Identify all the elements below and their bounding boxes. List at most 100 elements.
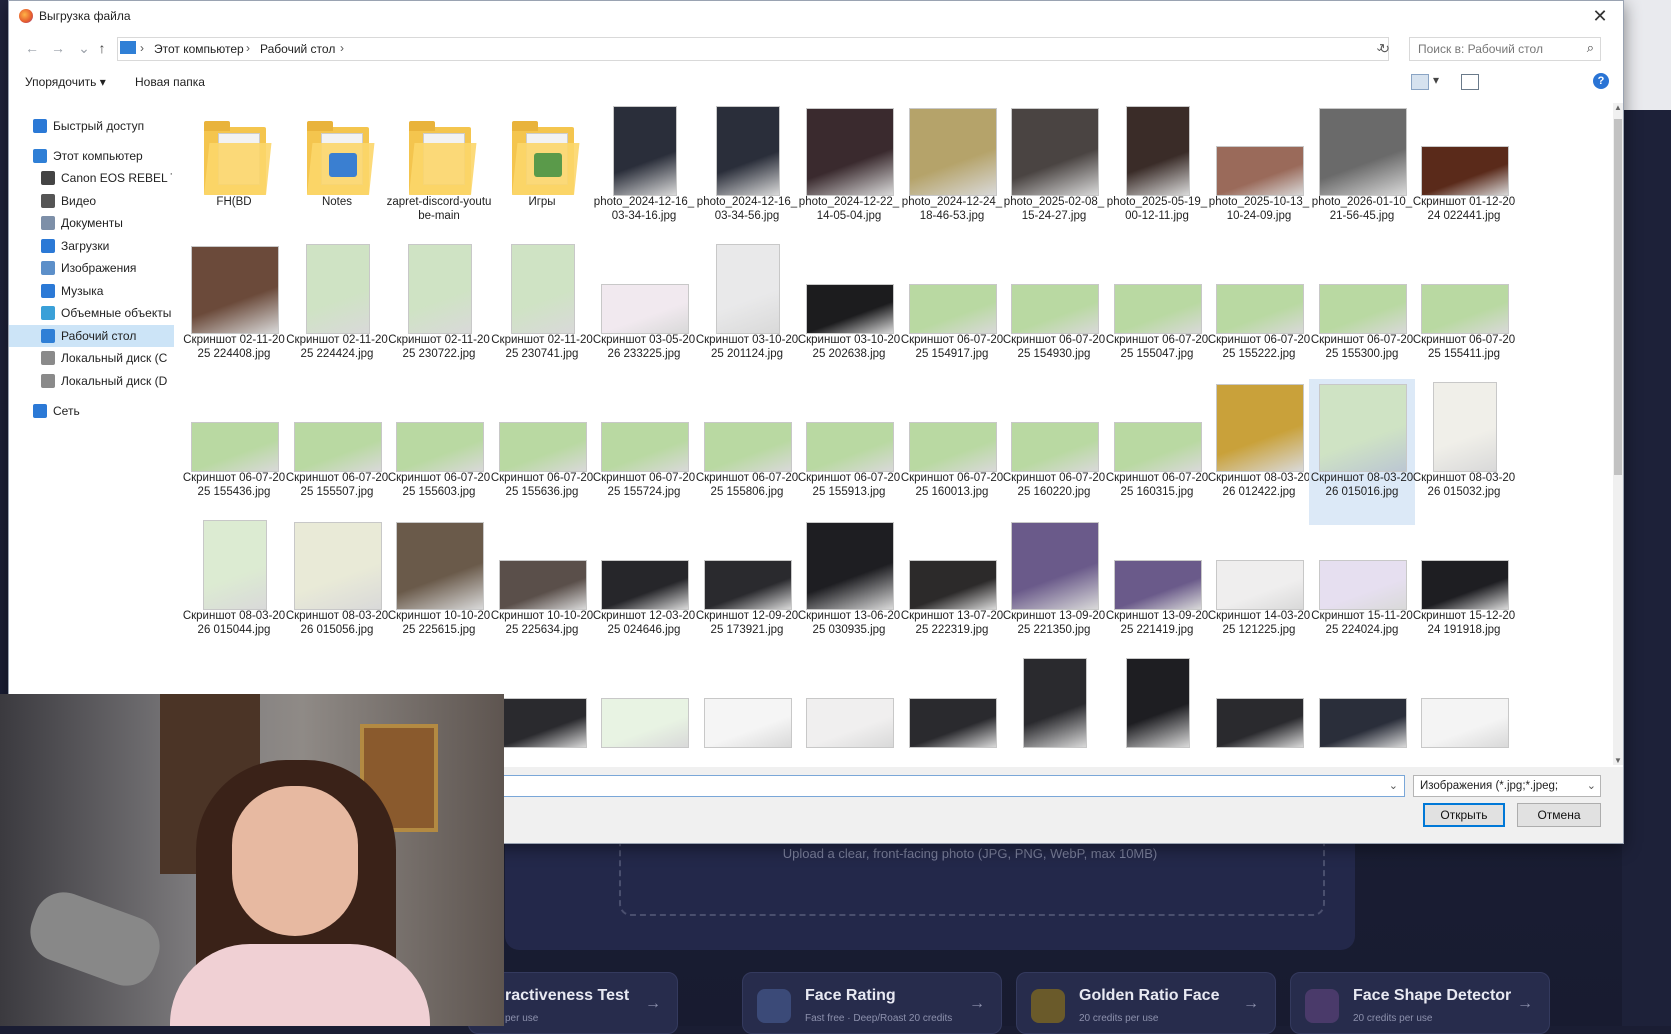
tool-card[interactable]: Golden Ratio Face 20 credits per use →	[1016, 972, 1276, 1034]
file-item[interactable]: Скриншот 06-07-2025 160220.jpg	[1001, 379, 1107, 525]
file-item[interactable]: Скриншот 13-07-2025 222319.jpg	[899, 517, 1005, 663]
close-button[interactable]: ✕	[1585, 3, 1615, 29]
file-item[interactable]: Скриншот 06-07-2025 155913.jpg	[796, 379, 902, 525]
scroll-down-icon[interactable]: ▼	[1614, 756, 1622, 765]
file-item[interactable]: Скриншот 08-03-2026 015044.jpg	[181, 517, 287, 663]
nav-item[interactable]: Локальный диск (C	[9, 347, 174, 369]
nav-item[interactable]: Рабочий стол	[9, 325, 174, 347]
file-item[interactable]: photo_2024-12-16_03-34-16.jpg	[591, 103, 697, 249]
file-item[interactable]: Скриншот 10-10-2025 225615.jpg	[386, 517, 492, 663]
file-item[interactable]: Скриншот 08-03-2026 012422.jpg	[1206, 379, 1312, 525]
recent-locations-icon[interactable]: ⌄	[75, 39, 93, 57]
nav-item[interactable]: Локальный диск (D	[9, 370, 174, 392]
folder-item[interactable]: zapret-discord-youtube-main	[386, 103, 492, 249]
file-item[interactable]: Скриншот 06-07-2025 155411.jpg	[1411, 241, 1517, 387]
file-item[interactable]: Скриншот 06-07-2025 155806.jpg	[694, 379, 800, 525]
file-item[interactable]: Скриншот 06-07-2025 155222.jpg	[1206, 241, 1312, 387]
breadcrumb-this-pc[interactable]: Этот компьютер	[154, 42, 244, 56]
file-item[interactable]: Скриншот 06-07-2025 155724.jpg	[591, 379, 697, 525]
file-item[interactable]: Скриншот 13-06-2025 030935.jpg	[796, 517, 902, 663]
file-item[interactable]: Скриншот 02-11-2025 230722.jpg	[386, 241, 492, 387]
folder-item[interactable]: Игры	[489, 103, 595, 249]
file-item[interactable]: Скриншот 13-09-2025 221419.jpg	[1104, 517, 1210, 663]
cancel-button[interactable]: Отмена	[1517, 803, 1601, 827]
file-item[interactable]: photo_2025-05-19_00-12-11.jpg	[1104, 103, 1210, 249]
nav-item[interactable]: Документы	[9, 212, 174, 234]
file-type-select[interactable]: Изображения (*.jpg;*.jpeg; ⌄	[1413, 775, 1601, 797]
file-item[interactable]: Скриншот 12-09-2025 173921.jpg	[694, 517, 800, 663]
preview-pane-icon[interactable]	[1461, 74, 1479, 90]
file-item[interactable]: Скриншот 06-07-2025 155436.jpg	[181, 379, 287, 525]
file-item[interactable]: Скриншот 08-03-2026 015032.jpg	[1411, 379, 1517, 525]
chevron-down-icon[interactable]: ⌄	[1389, 779, 1398, 792]
file-item[interactable]: Скриншот 06-07-2025 160013.jpg	[899, 379, 1005, 525]
nav-item[interactable]: Видео	[9, 190, 174, 212]
file-item[interactable]	[694, 655, 800, 765]
nav-item[interactable]: Объемные объекты	[9, 302, 174, 324]
forward-icon[interactable]: →	[49, 39, 67, 57]
open-button[interactable]: Открыть	[1423, 803, 1505, 827]
file-item[interactable]: Скриншот 06-07-2025 155507.jpg	[284, 379, 390, 525]
tool-card[interactable]: Face Shape Detector 20 credits per use →	[1290, 972, 1550, 1034]
folder-item[interactable]: FH(BD	[181, 103, 287, 249]
file-item[interactable]: Скриншот 03-10-2025 201124.jpg	[694, 241, 800, 387]
folder-item[interactable]: Notes	[284, 103, 390, 249]
scroll-up-icon[interactable]: ▲	[1614, 103, 1622, 112]
file-item[interactable]: Скриншот 06-07-2025 155603.jpg	[386, 379, 492, 525]
nav-item[interactable]: Сеть	[9, 400, 174, 422]
help-icon[interactable]: ?	[1593, 73, 1609, 89]
file-item[interactable]: Скриншот 10-10-2025 225634.jpg	[489, 517, 595, 663]
file-item[interactable]: Скриншот 06-07-2025 155300.jpg	[1309, 241, 1415, 387]
file-item[interactable]: photo_2024-12-24_18-46-53.jpg	[899, 103, 1005, 249]
tool-card[interactable]: Face Rating Fast free · Deep/Roast 20 cre…	[742, 972, 1002, 1034]
file-item[interactable]: photo_2024-12-16_03-34-56.jpg	[694, 103, 800, 249]
file-item[interactable]: photo_2024-12-22_14-05-04.jpg	[796, 103, 902, 249]
view-dropdown-icon[interactable]: ▾	[1433, 73, 1439, 87]
file-item[interactable]: Скриншот 03-10-2025 202638.jpg	[796, 241, 902, 387]
file-item[interactable]	[1411, 655, 1517, 765]
file-item[interactable]	[1001, 655, 1107, 765]
vertical-scrollbar[interactable]: ▲ ▼	[1613, 103, 1623, 765]
breadcrumb-desktop[interactable]: Рабочий стол	[260, 42, 335, 56]
file-item[interactable]: Скриншот 06-07-2025 155636.jpg	[489, 379, 595, 525]
file-item[interactable]: photo_2025-10-13_10-24-09.jpg	[1206, 103, 1312, 249]
file-item[interactable]: Скриншот 06-07-2025 155047.jpg	[1104, 241, 1210, 387]
back-icon[interactable]: ←	[23, 39, 41, 57]
file-item[interactable]	[591, 655, 697, 765]
file-item[interactable]: Скриншот 01-12-2024 022441.jpg	[1411, 103, 1517, 249]
refresh-icon[interactable]: ↻	[1379, 41, 1390, 57]
file-item[interactable]: Скриншот 06-07-2025 154930.jpg	[1001, 241, 1107, 387]
scrollbar-thumb[interactable]	[1614, 119, 1622, 475]
nav-item[interactable]: Быстрый доступ	[9, 115, 174, 137]
file-item[interactable]: photo_2026-01-10_21-56-45.jpg	[1309, 103, 1415, 249]
new-folder-button[interactable]: Новая папка	[135, 75, 205, 89]
file-item[interactable]	[1309, 655, 1415, 765]
file-item[interactable]: Скриншот 13-09-2025 221350.jpg	[1001, 517, 1107, 663]
search-input[interactable]: Поиск в: Рабочий стол ⌕	[1409, 37, 1601, 61]
file-item[interactable]	[489, 655, 595, 765]
view-icon[interactable]	[1411, 74, 1429, 90]
file-item[interactable]: Скриншот 15-11-2025 224024.jpg	[1309, 517, 1415, 663]
file-item[interactable]: Скриншот 15-12-2024 191918.jpg	[1411, 517, 1517, 663]
nav-item[interactable]: Canon EOS REBEL T	[9, 167, 174, 189]
up-icon[interactable]: ↑	[93, 39, 111, 57]
file-item[interactable]: Скриншот 03-05-2026 233225.jpg	[591, 241, 697, 387]
organize-button[interactable]: Упорядочить ▾	[25, 75, 106, 89]
file-item[interactable]: Скриншот 06-07-2025 154917.jpg	[899, 241, 1005, 387]
nav-item[interactable]: Музыка	[9, 280, 174, 302]
file-item[interactable]: Скриншот 02-11-2025 224408.jpg	[181, 241, 287, 387]
file-item[interactable]	[796, 655, 902, 765]
file-item[interactable]	[899, 655, 1005, 765]
nav-item[interactable]: Загрузки	[9, 235, 174, 257]
nav-item[interactable]: Этот компьютер	[9, 145, 174, 167]
file-item[interactable]: Скриншот 02-11-2025 224424.jpg	[284, 241, 390, 387]
file-item[interactable]: Скриншот 12-03-2025 024646.jpg	[591, 517, 697, 663]
file-item[interactable]	[1206, 655, 1312, 765]
file-item[interactable]: Скриншот 06-07-2025 160315.jpg	[1104, 379, 1210, 525]
file-item[interactable]: Скриншот 02-11-2025 230741.jpg	[489, 241, 595, 387]
address-bar[interactable]: › Этот компьютер › Рабочий стол › ⌄	[117, 37, 1389, 61]
file-item[interactable]: Скриншот 14-03-2025 121225.jpg	[1206, 517, 1312, 663]
file-item[interactable]: Скриншот 08-03-2026 015056.jpg	[284, 517, 390, 663]
file-item[interactable]: Скриншот 08-03-2026 015016.jpg	[1309, 379, 1415, 525]
file-item[interactable]: photo_2025-02-08_15-24-27.jpg	[1001, 103, 1107, 249]
